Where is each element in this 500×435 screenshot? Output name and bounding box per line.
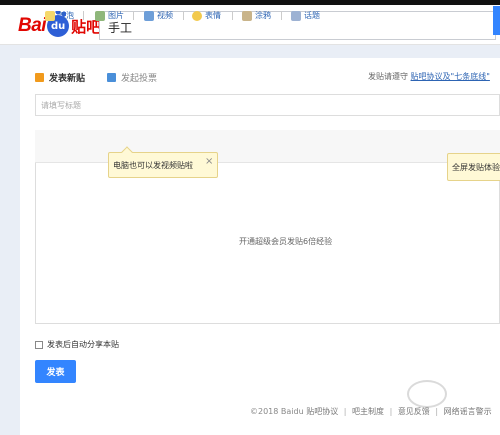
tab-vote-label: 发起投票 xyxy=(121,74,158,84)
footer-divider: | xyxy=(389,407,393,416)
logo-bai: Bai xyxy=(18,15,47,36)
video-tip-text: 电脑也可以发视频贴啦 xyxy=(113,161,193,170)
footer-link-rumor[interactable]: 网络谣言警示 xyxy=(444,407,492,416)
post-notice: 发贴请遵守 贴吧协议及"七条底线" xyxy=(368,71,490,82)
chart-icon xyxy=(107,73,116,82)
tab-vote[interactable]: 发起投票 xyxy=(107,71,157,84)
post-notice-text: 发贴请遵守 xyxy=(368,72,408,81)
share-option[interactable]: 发表后自动分享本贴 xyxy=(35,339,119,350)
toolbar-topic[interactable]: 话题 xyxy=(291,10,320,21)
footer-link-agreement[interactable]: 贴吧协议 xyxy=(306,407,338,416)
toolbar-divider xyxy=(232,11,233,20)
editor-toolbar xyxy=(35,130,500,163)
toolbar-doodle[interactable]: 涂鸦 xyxy=(242,10,271,21)
title-input-placeholder: 请填写标题 xyxy=(41,101,81,110)
share-checkbox-label: 发表后自动分享本贴 xyxy=(47,340,119,349)
toolbar-video[interactable]: 视频 xyxy=(144,10,173,21)
submit-button[interactable]: 发表 xyxy=(35,360,76,383)
toolbar-divider xyxy=(183,11,184,20)
tab-new-post[interactable]: 发表新贴 xyxy=(35,71,85,84)
video-tip: 电脑也可以发视频贴啦 × xyxy=(108,146,218,178)
video-icon xyxy=(144,10,154,21)
share-checkbox[interactable] xyxy=(35,340,43,349)
toolbar-bubble[interactable]: 气泡 xyxy=(45,10,74,21)
toolbar-divider xyxy=(281,11,282,20)
toolbar-emoji[interactable]: 表情 xyxy=(192,10,221,21)
rules-link[interactable]: 贴吧协议及"七条底线" xyxy=(411,72,490,81)
toolbar-divider xyxy=(133,11,134,20)
toolbar-divider xyxy=(83,11,84,20)
fullscreen-tip[interactable]: 全屏发贴体验 xyxy=(447,153,500,181)
footer-link-feedback[interactable]: 意见反馈 xyxy=(398,407,430,416)
footer-divider: | xyxy=(343,407,347,416)
close-icon[interactable]: × xyxy=(205,156,213,167)
image-icon xyxy=(95,10,105,21)
toolbar-video-label: 视频 xyxy=(157,11,173,20)
brush-icon xyxy=(242,10,252,21)
title-input[interactable]: 请填写标题 xyxy=(35,94,500,116)
hashtag-icon xyxy=(291,10,301,21)
footer-copyright: ©2018 Baidu xyxy=(250,407,304,416)
search-input-value: 手工 xyxy=(108,21,133,35)
fullscreen-tip-text: 全屏发贴体验 xyxy=(452,163,500,172)
footer-divider: | xyxy=(435,407,439,416)
toolbar-emoji-label: 表情 xyxy=(205,11,221,20)
toolbar-doodle-label: 涂鸦 xyxy=(255,11,271,20)
footer-link-moderator[interactable]: 吧主制度 xyxy=(352,407,384,416)
toolbar-image[interactable]: 图片 xyxy=(95,10,124,21)
footer: ©2018 Baidu 贴吧协议 | 吧主制度 | 意见反馈 | 网络谣言警示 xyxy=(250,406,492,417)
editor-placeholder: 开通超级会员发贴6倍经验 xyxy=(239,237,333,246)
edit-icon xyxy=(35,73,44,82)
toolbar-image-label: 图片 xyxy=(108,11,124,20)
tab-new-post-label: 发表新贴 xyxy=(49,74,86,84)
watermark xyxy=(407,380,447,408)
search-button[interactable] xyxy=(493,6,500,35)
toolbar-bubble-label: 气泡 xyxy=(58,11,74,20)
toolbar-topic-label: 话题 xyxy=(304,11,320,20)
bubble-icon xyxy=(45,10,55,21)
smiley-icon xyxy=(192,10,202,21)
